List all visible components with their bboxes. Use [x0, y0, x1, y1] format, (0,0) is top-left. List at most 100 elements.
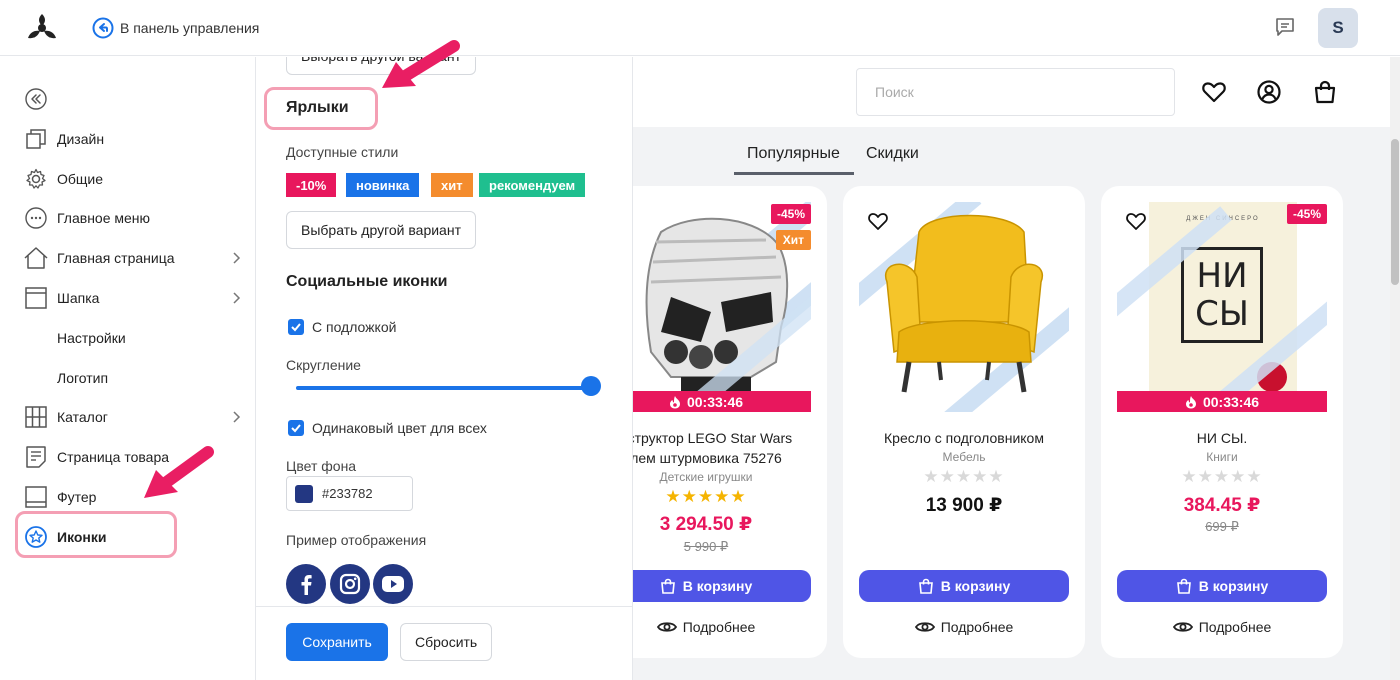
add-to-cart-button[interactable]: В корзину — [1117, 570, 1327, 602]
nav-item-header[interactable]: Шапка — [24, 278, 248, 318]
add-to-cart-label: В корзину — [682, 578, 753, 594]
nav-item-label: Главное меню — [57, 210, 151, 226]
dots-circle-icon — [24, 206, 48, 230]
eye-icon — [656, 622, 677, 632]
product-name-line: нструктор LEGO Star Wars — [633, 430, 793, 446]
countdown-timer: 00:33:46 — [633, 391, 811, 412]
annotation-arrow-icon — [382, 40, 460, 88]
color-swatch[interactable] — [295, 484, 313, 503]
save-button[interactable]: Сохранить — [286, 623, 388, 661]
countdown-timer: 00:33:46 — [1117, 391, 1327, 412]
example-label: Пример отображения — [286, 532, 427, 548]
add-to-cart-button[interactable]: В корзину — [859, 570, 1069, 602]
fire-icon — [1185, 395, 1196, 408]
user-avatar[interactable]: S — [1318, 8, 1358, 48]
product-price: 13 900 ₽ — [925, 495, 1003, 516]
rounding-slider-track[interactable] — [296, 386, 594, 390]
top-bar: В панель управления S — [0, 0, 1400, 56]
product-price: 3 294.50 ₽ — [659, 514, 753, 535]
badge-new: новинка — [346, 173, 420, 197]
favorites-heart-icon[interactable] — [1201, 79, 1227, 105]
badge-recommended: рекомендуем — [479, 173, 586, 197]
youtube-icon — [373, 564, 413, 604]
hit-badge: Хит — [775, 230, 811, 250]
grid-icon — [24, 405, 48, 429]
available-styles-label: Доступные стили — [286, 144, 399, 160]
armchair-image — [884, 214, 1044, 393]
nav-subitem-logo[interactable]: Логотип — [57, 358, 108, 398]
timer-value: 00:33:46 — [686, 393, 744, 410]
product-image[interactable] — [859, 202, 1069, 412]
details-link[interactable]: Подробнее — [843, 616, 1085, 638]
product-name[interactable]: НИ СЫ. — [1111, 428, 1333, 448]
nav-item-general[interactable]: Общие — [24, 159, 248, 199]
favorite-heart-icon[interactable] — [867, 210, 889, 232]
product-name-line: Кресло с подголовником — [884, 430, 1044, 446]
back-to-dashboard-link[interactable]: В панель управления — [92, 17, 259, 39]
nav-item-main-menu[interactable]: Главное меню — [24, 198, 248, 238]
eye-icon — [1172, 622, 1193, 632]
details-label: Подробнее — [940, 619, 1014, 635]
book-title-line: СЫ — [1195, 294, 1249, 334]
with-backing-checkbox[interactable] — [288, 319, 304, 335]
tab-discounts[interactable]: Скидки — [866, 145, 919, 163]
fire-icon — [669, 395, 680, 408]
back-link-label: В панель управления — [120, 20, 260, 36]
store-search-input[interactable]: Поиск — [856, 68, 1175, 116]
reset-button[interactable]: Сбросить — [400, 623, 493, 661]
footer-icon — [24, 485, 48, 509]
store-header: Поиск — [633, 57, 1390, 127]
annotation-arrow-icon — [144, 446, 214, 498]
add-to-cart-button[interactable]: В корзину — [633, 570, 811, 602]
discount-badge: -45% — [1286, 204, 1327, 224]
left-navigation: Дизайн Общие Главное меню Главная страни… — [0, 57, 256, 680]
nav-item-label: Футер — [57, 489, 97, 505]
nav-item-label: Главная страница — [57, 250, 175, 266]
same-color-checkbox[interactable] — [288, 420, 304, 436]
social-icons-section-title: Социальные иконки — [286, 273, 448, 290]
nav-item-home-page[interactable]: Главная страница — [24, 238, 248, 278]
product-name[interactable]: Кресло с подголовником — [853, 428, 1075, 448]
panel-footer: Сохранить Сбросить — [256, 606, 632, 680]
product-card[interactable]: -45% Хит 00:33:46 нструктор LEGO Star Wa… — [633, 186, 827, 658]
tab-popular[interactable]: Популярные — [747, 145, 840, 163]
with-backing-label: С подложкой — [312, 319, 397, 335]
account-icon[interactable] — [1256, 79, 1282, 105]
scrollbar-thumb[interactable] — [1391, 139, 1399, 285]
nav-item-design[interactable]: Дизайн — [24, 119, 248, 159]
store-preview: Поиск Популярные Скидки -45% Хит 00:33:4… — [633, 57, 1390, 680]
product-name[interactable]: нструктор LEGO Star Wars лем штурмовика … — [633, 428, 817, 468]
page-scrollbar[interactable] — [1390, 57, 1400, 680]
nav-subitem-settings[interactable]: Настройки — [57, 318, 126, 358]
collapse-sidebar-icon[interactable] — [25, 88, 47, 110]
chat-icon[interactable] — [1274, 16, 1296, 38]
eye-icon — [914, 622, 935, 632]
document-icon — [24, 445, 48, 469]
product-card[interactable]: ДЖЕН СИНСЕРО НИ СЫ -45% 00:33:46 НИ СЫ. … — [1101, 186, 1343, 658]
back-arrow-circle-icon — [92, 17, 114, 39]
header-icon — [24, 286, 48, 310]
product-old-price: 5 990 ₽ — [683, 539, 729, 554]
logo-icon[interactable] — [24, 10, 60, 46]
add-to-cart-label: В корзину — [1198, 578, 1269, 594]
store-body: Популярные Скидки -45% Хит 00:33:46 нстр… — [633, 127, 1390, 680]
choose-variant-button[interactable]: Выбрать другой вариант — [286, 211, 476, 249]
product-image[interactable]: ДЖЕН СИНСЕРО НИ СЫ — [1117, 202, 1327, 412]
rounding-slider-thumb[interactable] — [581, 376, 601, 396]
product-category: Детские игрушки — [659, 470, 753, 484]
rating-stars: ★★★★★ — [923, 467, 1005, 486]
instagram-icon — [330, 564, 370, 604]
favorite-heart-icon[interactable] — [1125, 210, 1147, 232]
nav-item-label: Шапка — [57, 290, 100, 306]
bg-color-input[interactable]: #233782 — [286, 476, 413, 511]
product-category: Мебель — [942, 450, 986, 464]
bg-color-value: #233782 — [322, 486, 373, 501]
details-link[interactable]: Подробнее — [1101, 616, 1343, 638]
details-link[interactable]: Подробнее — [633, 616, 827, 638]
nav-item-catalog[interactable]: Каталог — [24, 397, 248, 437]
product-card[interactable]: Кресло с подголовником Мебель ★★★★★ 13 9… — [843, 186, 1085, 658]
cart-bag-icon[interactable] — [1312, 79, 1338, 105]
nav-item-label: Каталог — [57, 409, 108, 425]
rounding-label: Скругление — [286, 357, 361, 373]
bg-color-label: Цвет фона — [286, 458, 357, 474]
